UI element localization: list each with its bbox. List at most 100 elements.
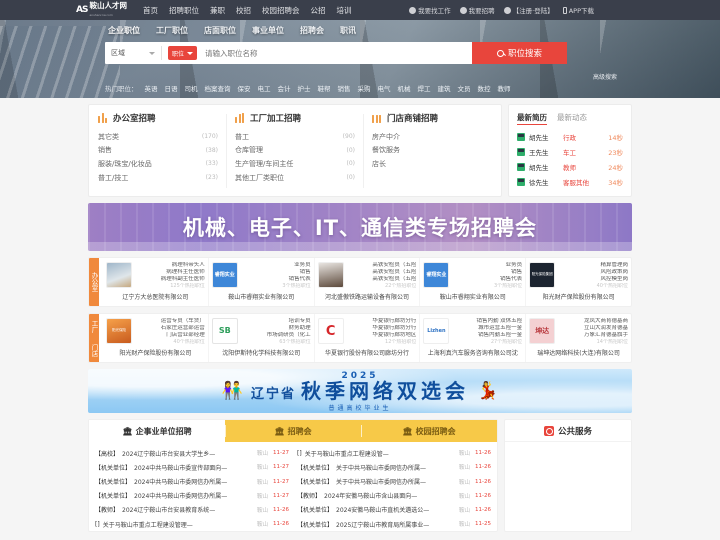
sidetab-factory[interactable]: 工厂 bbox=[89, 314, 99, 339]
list-item[interactable]: 其它类 (170) bbox=[98, 130, 218, 144]
list-item[interactable]: [] 关于马鞍山市重点工程建设管理— 鞍山 11-26 bbox=[95, 517, 289, 531]
hot-keyword[interactable]: 日语 bbox=[165, 83, 178, 93]
hot-keyword[interactable]: 电工 bbox=[258, 83, 271, 93]
company-card[interactable]: 坤达 龙凤大商育德基商 立山大润发育德基 万象汇育德基旗手 14个热招职位 瑞坤… bbox=[526, 314, 631, 362]
hot-keyword[interactable]: 焊工 bbox=[418, 83, 431, 93]
nav-item-public-recruit[interactable]: 公招 bbox=[310, 5, 325, 16]
list-item[interactable]: 【机关单位】 2025辽宁鞍山市教育局所属事业— 鞍山 11-25 bbox=[297, 517, 491, 531]
hot-keyword[interactable]: 鞋帮 bbox=[318, 83, 331, 93]
list-item[interactable]: 胡先生 教师 24秒 bbox=[517, 160, 623, 175]
hot-keyword[interactable]: 机械 bbox=[398, 83, 411, 93]
app-download-link[interactable]: APP下载 bbox=[562, 5, 594, 15]
login-register-link[interactable]: 【注册·登陆】 bbox=[503, 5, 554, 15]
list-item[interactable]: 【教师】 2024年安徽马鞍山市含山县面向— 鞍山 11-26 bbox=[297, 489, 491, 503]
resume-job: 教师 bbox=[563, 163, 576, 172]
hot-keyword[interactable]: 英语 bbox=[145, 83, 158, 93]
hot-keyword[interactable]: 司机 bbox=[185, 83, 198, 93]
campus-fair-banner[interactable]: 👫 2025 辽宁省 秋季网络双选会 普通高校毕业生 💃 bbox=[88, 369, 632, 414]
list-item[interactable]: 仓库管理 (0) bbox=[235, 144, 355, 158]
hot-keyword[interactable]: 会计 bbox=[278, 83, 291, 93]
tab-news[interactable]: 职讯 bbox=[340, 25, 356, 36]
tab-enterprise-institution[interactable]: 🏛 企事业单位招聘 bbox=[89, 420, 225, 443]
company-card[interactable]: 病理科带头人 病理科主任医师 病理科副主任医师 125个热招职位 辽宁方大总医院… bbox=[103, 258, 209, 307]
search-type-badge[interactable]: 职位 bbox=[168, 46, 198, 60]
avatar bbox=[517, 148, 525, 157]
nav-item-campus-recruit[interactable]: 校招 bbox=[236, 5, 251, 16]
hot-keyword[interactable]: 建筑 bbox=[438, 83, 451, 93]
hot-keyword[interactable]: 护士 bbox=[298, 83, 311, 93]
hot-keyword[interactable]: 文员 bbox=[458, 83, 471, 93]
region-select[interactable]: 区域 bbox=[105, 42, 161, 64]
list-item[interactable]: 【机关单位】 关于中共马鞍山市委网信办所属— 鞍山 11-26 bbox=[297, 460, 491, 474]
strip-side-tabs: 办公室 bbox=[89, 258, 103, 307]
tab-job-fair[interactable]: 🏛 招聘会 bbox=[225, 420, 361, 442]
list-item[interactable]: 店长 bbox=[372, 157, 492, 171]
nav-item-home[interactable]: 首页 bbox=[143, 5, 158, 16]
list-item[interactable]: 销售 (38) bbox=[98, 144, 218, 158]
list-item[interactable]: 【机关单位】 2024中共马鞍山市委网信办所属— 鞍山 11-27 bbox=[95, 475, 289, 489]
hot-keyword[interactable]: 保安 bbox=[238, 83, 251, 93]
list-item[interactable]: 餐饮服务 bbox=[372, 144, 492, 158]
tab-public-institution[interactable]: 事业单位 bbox=[252, 25, 284, 36]
tab-job-fair[interactable]: 招聘会 bbox=[300, 25, 324, 36]
item-text: 2024中共马鞍山市委宣传部面向— bbox=[134, 464, 228, 472]
page-root: AS 鞍山人才网 anshanrcw.com 首页 招聘职位 兼职 校招 校园招… bbox=[0, 0, 720, 540]
list-item[interactable]: 房产中介 bbox=[372, 130, 492, 144]
job-fair-banner[interactable]: 机械、电子、IT、通信类专场招聘会 bbox=[88, 203, 632, 252]
search-input[interactable] bbox=[197, 42, 472, 64]
hot-keyword[interactable]: 教师 bbox=[498, 83, 511, 93]
job-title: 龙凤大商育德基商 bbox=[583, 318, 628, 325]
site-logo[interactable]: AS 鞍山人才网 anshanrcw.com bbox=[76, 2, 127, 18]
company-card[interactable]: C 华夏银行廊坊分行 华夏银行廊坊分行 华夏银行廊坊地区 12个热招职位 华夏银… bbox=[315, 314, 421, 363]
nav-item-training[interactable]: 培训 bbox=[336, 5, 351, 16]
campus-icon: 🏛 bbox=[402, 426, 413, 436]
hot-keyword[interactable]: 销售 bbox=[338, 83, 351, 93]
sidetab-office[interactable]: 办公室 bbox=[89, 258, 99, 307]
list-item[interactable]: [] 关于马鞍山市重点工程建设管— 鞍山 11-26 bbox=[297, 446, 491, 460]
tab-store-jobs[interactable]: 店面职位 bbox=[204, 25, 236, 36]
tab-latest-activity[interactable]: 最新动态 bbox=[557, 112, 587, 125]
nav-item-jobs[interactable]: 招聘职位 bbox=[169, 5, 199, 16]
list-item[interactable]: 【机关单位】 2024中共马鞍山市委网信办所属— 鞍山 11-27 bbox=[95, 489, 289, 503]
tab-campus-fair[interactable]: 🏛 校园招聘会 bbox=[361, 420, 497, 442]
list-item[interactable]: 服装/珠宝/化妆品 (33) bbox=[98, 157, 218, 171]
hot-keyword[interactable]: 档案查询 bbox=[205, 83, 231, 93]
list-item[interactable]: 【高校】 2024辽宁鞍山市台安县大学生乡— 鞍山 11-27 bbox=[95, 446, 289, 460]
hot-keyword[interactable]: 数控 bbox=[478, 83, 491, 93]
company-card[interactable]: SB 培训专员 财务助理 市场调研员（化工 63个热招职位 沈阳伊斯特化学科技有… bbox=[209, 314, 315, 363]
nav-item-campus-fair[interactable]: 校园招聘会 bbox=[262, 5, 300, 16]
company-card[interactable]: 阳光保险 运营专员（车贷） 石家庄运营部运营 门店营业部经理 40个热招职位 阳… bbox=[103, 314, 209, 363]
tab-latest-resumes[interactable]: 最新简历 bbox=[517, 112, 547, 125]
advanced-search-link[interactable]: 高级搜索 bbox=[593, 72, 617, 81]
list-item[interactable]: 【机关单位】 2024中共马鞍山市委宣传部面向— 鞍山 11-27 bbox=[95, 460, 289, 474]
region-label: 区域 bbox=[111, 49, 125, 57]
list-item[interactable]: 胡先生 行政 14秒 bbox=[517, 130, 623, 145]
tab-enterprise-jobs[interactable]: 企业职位 bbox=[108, 25, 140, 36]
company-card[interactable]: Lizhen 销售内勤 双休五险 城市运营五险一金 销售内勤五险一金 27个热招… bbox=[420, 314, 527, 363]
hot-keyword[interactable]: 采购 bbox=[358, 83, 371, 93]
company-card[interactable]: 睿翔实业 业务员 销售 销售代表 3个热招职位 鞍山市睿翔实业有限公司 bbox=[420, 258, 527, 307]
item-city: 鞍山 bbox=[256, 479, 268, 486]
resume-name: 胡先生 bbox=[529, 163, 549, 172]
post-job-link[interactable]: 我要招聘 bbox=[459, 5, 495, 15]
list-item[interactable]: 普工/技工 (23) bbox=[98, 171, 218, 185]
search-button[interactable]: 职位搜索 bbox=[472, 42, 567, 64]
list-item[interactable]: 其他工厂类职位 (0) bbox=[235, 171, 355, 185]
item-tag: 【机关单位】 bbox=[297, 479, 334, 487]
company-card[interactable]: 阳光保险集团 精算管理岗 风险政策岗 风控模型岗 40个热招职位 阳光财产保险股… bbox=[526, 258, 631, 306]
list-item[interactable]: 普工 (90) bbox=[235, 130, 355, 144]
list-item[interactable]: 王先生 车工 23秒 bbox=[517, 145, 623, 160]
tab-factory-jobs[interactable]: 工厂职位 bbox=[156, 25, 188, 36]
list-item[interactable]: 【机关单位】 2024安徽马鞍山市直机关遴选公— 鞍山 11-26 bbox=[297, 503, 491, 517]
list-item[interactable]: 生产管理/车间主任 (0) bbox=[235, 157, 355, 171]
list-item[interactable]: 【机关单位】 关于中共马鞍山市委网信办所属— 鞍山 11-26 bbox=[297, 475, 491, 489]
find-job-link[interactable]: 我要找工作 bbox=[409, 5, 451, 15]
nav-item-parttime[interactable]: 兼职 bbox=[210, 5, 225, 16]
company-card[interactable]: 高铁安检员（五险 高铁安检员（五险 高铁安检员（五险 22个热招职位 河北盛傲铁… bbox=[315, 258, 421, 307]
company-card[interactable]: 睿翔实业 业务员 销售 销售代表 3个热招职位 鞍山市睿翔实业有限公司 bbox=[209, 258, 315, 307]
list-item[interactable]: 【教师】 2024辽宁鞍山市台安县教育系统— 鞍山 11-26 bbox=[95, 503, 289, 517]
sidetab-store[interactable]: 门店 bbox=[89, 338, 99, 363]
hot-keyword[interactable]: 电气 bbox=[378, 83, 391, 93]
list-item[interactable]: 徐先生 客服其他 34秒 bbox=[517, 174, 623, 189]
person-search-icon bbox=[409, 6, 417, 14]
